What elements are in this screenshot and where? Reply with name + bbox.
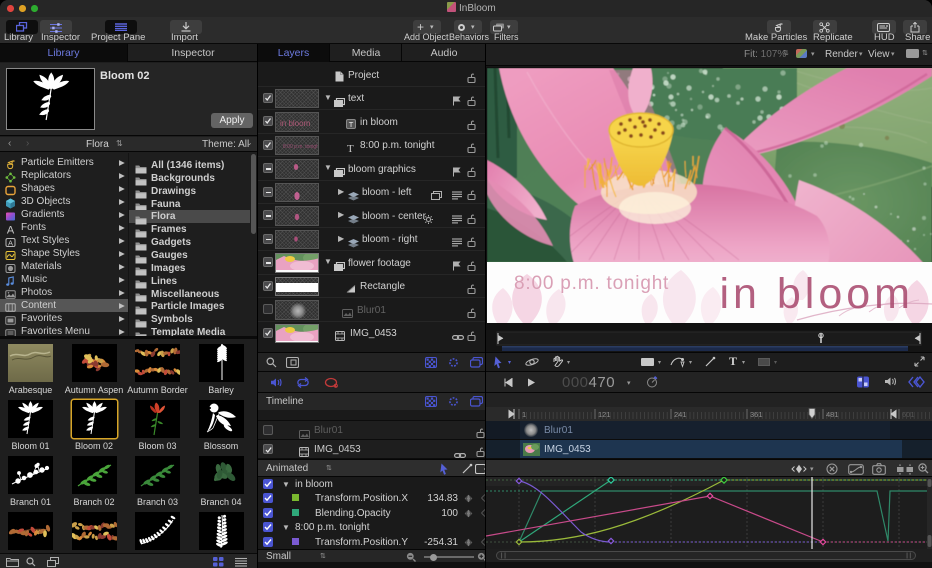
svg-text:361: 361 xyxy=(750,410,763,419)
svg-text:8:00 p.m. tonight: 8:00 p.m. tonight xyxy=(514,273,669,294)
svg-text:1: 1 xyxy=(522,410,526,419)
svg-text:481: 481 xyxy=(826,410,839,419)
svg-text:241: 241 xyxy=(674,410,687,419)
svg-text:T: T xyxy=(349,120,354,129)
svg-text:in bloom: in bloom xyxy=(719,270,914,318)
svg-text:601: 601 xyxy=(902,410,915,419)
svg-text:121: 121 xyxy=(598,410,611,419)
